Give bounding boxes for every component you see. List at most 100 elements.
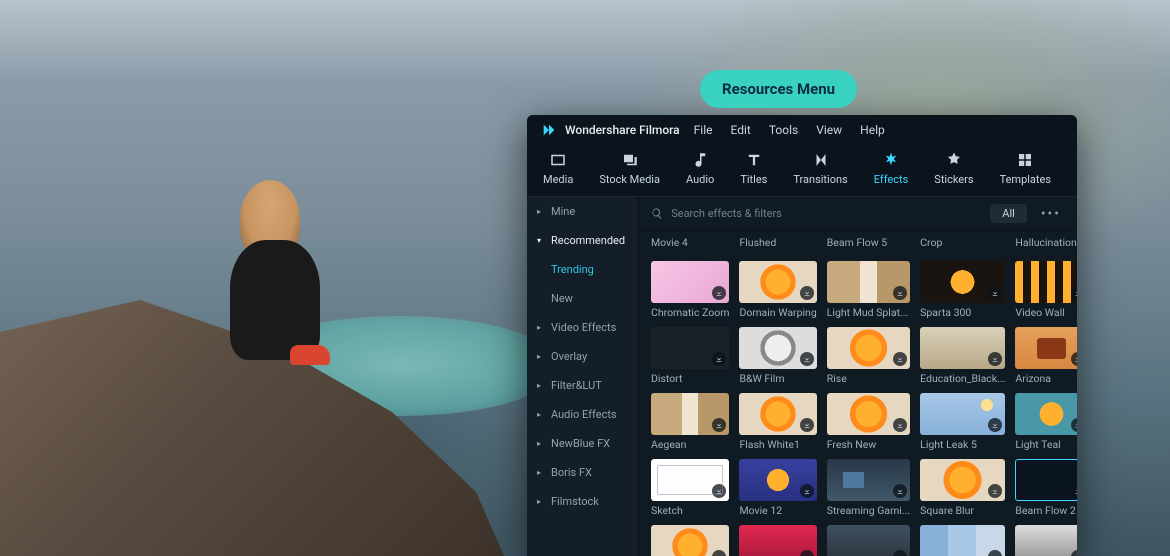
download-icon[interactable] (1071, 352, 1077, 366)
tab-audio[interactable]: Audio (686, 151, 714, 186)
sidebar-item-boris-fx[interactable]: ▸Boris FX (527, 458, 638, 487)
titlebar: Wondershare Filmora FileEditToolsViewHel… (527, 115, 1077, 145)
chevron-right-icon: ▸ (537, 352, 545, 361)
search-box[interactable] (651, 207, 980, 220)
tab-titles[interactable]: Titles (740, 151, 767, 186)
effects-grid-scroll[interactable]: Movie 4FlushedBeam Flow 5CropHallucinati… (639, 231, 1077, 556)
effects-sidebar: ▸Mine▾RecommendedTrendingNew▸Video Effec… (527, 197, 639, 556)
effect-thumbnail[interactable] (651, 327, 729, 369)
download-icon[interactable] (893, 550, 907, 556)
effect-caption: Light Teal (1015, 438, 1077, 451)
download-icon[interactable] (893, 352, 907, 366)
effect-thumbnail[interactable] (651, 459, 729, 501)
sidebar-item-recommended[interactable]: ▾Recommended (527, 226, 638, 255)
chevron-right-icon: ▸ (537, 323, 545, 332)
effect-caption: Distort (651, 372, 729, 385)
search-input[interactable] (671, 207, 980, 220)
effect-thumbnail[interactable] (1015, 261, 1077, 303)
sidebar-item-new[interactable]: New (527, 284, 638, 313)
search-row: All ••• (639, 197, 1077, 231)
effect-thumbnail[interactable] (651, 393, 729, 435)
download-icon[interactable] (893, 286, 907, 300)
effect-thumbnail[interactable] (827, 393, 910, 435)
effect-thumbnail[interactable] (739, 393, 816, 435)
menu-help[interactable]: Help (860, 123, 885, 137)
sidebar-item-label: Mine (551, 205, 575, 218)
download-icon[interactable] (712, 484, 726, 498)
download-icon[interactable] (800, 418, 814, 432)
download-icon[interactable] (712, 286, 726, 300)
effect-thumbnail[interactable] (1015, 459, 1077, 501)
more-options-button[interactable]: ••• (1037, 206, 1065, 222)
sidebar-item-filmstock[interactable]: ▸Filmstock (527, 487, 638, 516)
download-icon[interactable] (893, 484, 907, 498)
sidebar-item-overlay[interactable]: ▸Overlay (527, 342, 638, 371)
sidebar-item-newblue-fx[interactable]: ▸NewBlue FX (527, 429, 638, 458)
effect-thumbnail[interactable] (739, 327, 816, 369)
download-icon[interactable] (988, 286, 1002, 300)
effect-thumbnail[interactable] (920, 261, 1005, 303)
effect-cell: B&W Film (739, 327, 816, 385)
stock-icon (621, 151, 639, 169)
tab-media[interactable]: Media (543, 151, 573, 186)
sidebar-item-mine[interactable]: ▸Mine (527, 197, 638, 226)
menu-view[interactable]: View (816, 123, 842, 137)
download-icon[interactable] (1071, 286, 1077, 300)
download-icon[interactable] (1071, 484, 1077, 498)
effect-thumbnail[interactable] (739, 525, 816, 556)
effect-caption: B&W Film (739, 372, 816, 385)
search-icon (651, 207, 663, 220)
effect-thumbnail[interactable] (739, 459, 816, 501)
sidebar-item-label: Trending (551, 263, 594, 276)
download-icon[interactable] (800, 352, 814, 366)
menu-tools[interactable]: Tools (769, 123, 798, 137)
download-icon[interactable] (988, 418, 1002, 432)
download-icon[interactable] (988, 550, 1002, 556)
tab-templates[interactable]: Templates (1000, 151, 1051, 186)
download-icon[interactable] (712, 550, 726, 556)
effect-thumbnail[interactable] (827, 525, 910, 556)
tab-transitions[interactable]: Transitions (793, 151, 847, 186)
effect-thumbnail[interactable] (739, 261, 816, 303)
sidebar-item-video-effects[interactable]: ▸Video Effects (527, 313, 638, 342)
download-icon[interactable] (800, 484, 814, 498)
download-icon[interactable] (1071, 418, 1077, 432)
effect-thumbnail[interactable] (920, 459, 1005, 501)
effect-thumbnail[interactable] (920, 525, 1005, 556)
download-icon[interactable] (893, 418, 907, 432)
effect-thumbnail[interactable] (651, 525, 729, 556)
download-icon[interactable] (712, 418, 726, 432)
tab-effects[interactable]: Effects (874, 151, 909, 186)
effect-thumbnail[interactable] (1015, 393, 1077, 435)
menu-file[interactable]: File (694, 123, 713, 137)
download-icon[interactable] (988, 484, 1002, 498)
effect-thumbnail[interactable] (1015, 327, 1077, 369)
sidebar-item-audio-effects[interactable]: ▸Audio Effects (527, 400, 638, 429)
download-icon[interactable] (712, 352, 726, 366)
effect-caption: Square Blur (920, 504, 1005, 517)
sidebar-item-trending[interactable]: Trending (527, 255, 638, 284)
effect-cell: Domain Warping (739, 261, 816, 319)
effect-caption: Rise (827, 372, 910, 385)
effect-caption: Streaming Gami... (827, 504, 910, 517)
sidebar-item-filter-lut[interactable]: ▸Filter&LUT (527, 371, 638, 400)
tab-label: Audio (686, 173, 714, 186)
download-icon[interactable] (988, 352, 1002, 366)
download-icon[interactable] (1071, 550, 1077, 556)
effect-thumbnail[interactable] (651, 261, 729, 303)
effect-thumbnail[interactable] (1015, 525, 1077, 556)
download-icon[interactable] (800, 286, 814, 300)
effect-thumbnail[interactable] (920, 393, 1005, 435)
effect-thumbnail[interactable] (827, 459, 910, 501)
effect-caption: Crop (920, 235, 1005, 253)
tab-label: Titles (740, 173, 767, 186)
tab-stock-media[interactable]: Stock Media (599, 151, 660, 186)
chevron-down-icon: ▾ (537, 236, 545, 245)
menu-edit[interactable]: Edit (731, 123, 751, 137)
effect-thumbnail[interactable] (827, 261, 910, 303)
download-icon[interactable] (800, 550, 814, 556)
effect-thumbnail[interactable] (827, 327, 910, 369)
filter-all-dropdown[interactable]: All (990, 204, 1027, 223)
tab-stickers[interactable]: Stickers (934, 151, 973, 186)
effect-thumbnail[interactable] (920, 327, 1005, 369)
